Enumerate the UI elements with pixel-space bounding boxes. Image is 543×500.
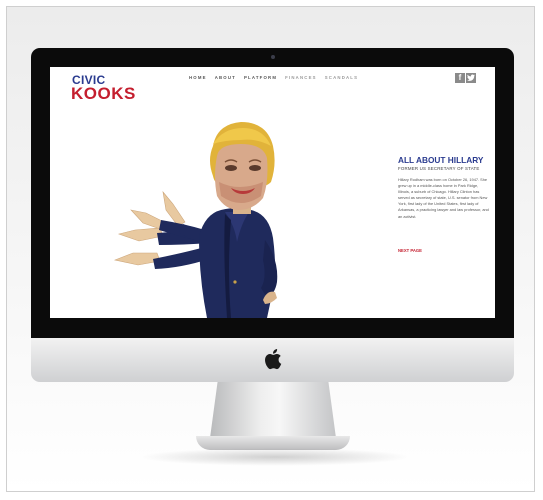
logo-kooks[interactable]: KOOKS: [71, 85, 136, 103]
section-body: Hillary Rodham was born on October 26, 1…: [398, 177, 489, 219]
nav-home[interactable]: HOME: [189, 75, 207, 81]
website-screen: CIVIC KOOKS HOME ABOUT PLATFORM FINANCES…: [50, 67, 495, 318]
hillary-puppet-illustration: [113, 122, 278, 318]
camera-dot: [271, 55, 275, 59]
stand-shadow: [140, 448, 410, 466]
section-subtitle: FORMER US SECRETARY OF STATE: [398, 166, 480, 171]
nav-finances[interactable]: FINANCES: [285, 75, 317, 81]
social-links: f: [455, 73, 476, 83]
main-nav: HOME ABOUT PLATFORM FINANCES SCANDALS: [189, 75, 358, 81]
about-section: ALL ABOUT HILLARY FORMER US SECRETARY OF…: [398, 155, 490, 220]
next-page-link[interactable]: NEXT PAGE: [398, 248, 422, 254]
nav-about[interactable]: ABOUT: [215, 75, 236, 81]
nav-platform[interactable]: PLATFORM: [244, 75, 277, 81]
nav-scandals[interactable]: SCANDALS: [325, 75, 358, 81]
section-title: ALL ABOUT HILLARY: [398, 155, 484, 165]
apple-logo-icon: [265, 349, 282, 370]
twitter-icon[interactable]: [466, 73, 476, 83]
facebook-icon[interactable]: f: [455, 73, 465, 83]
monitor-stand: [210, 382, 336, 438]
